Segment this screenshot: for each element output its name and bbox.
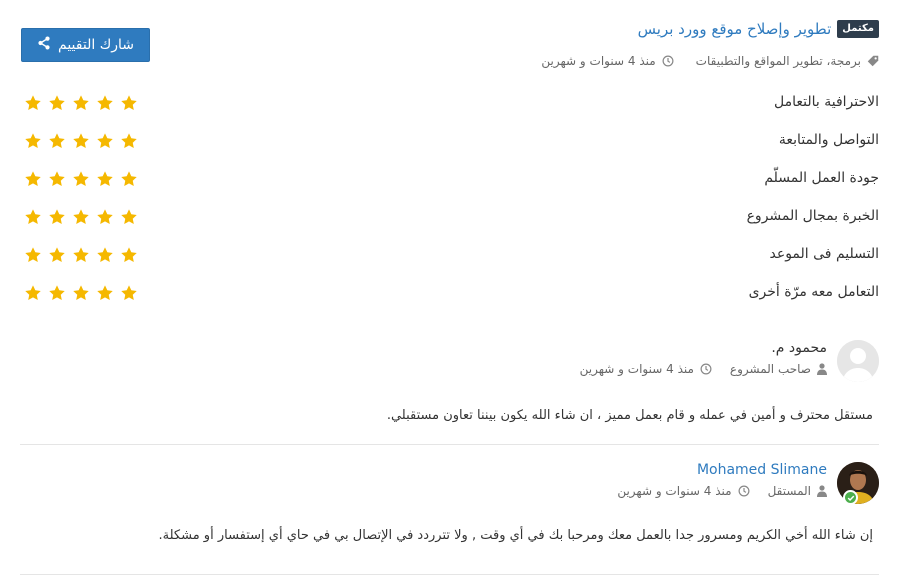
rating-row: التسليم فى الموعد xyxy=(20,242,879,280)
star-rating xyxy=(24,132,138,150)
rating-label: التسليم فى الموعد xyxy=(769,246,880,262)
star-icon xyxy=(120,170,138,188)
review-time: منذ 4 سنوات و شهرين xyxy=(579,362,694,376)
star-icon xyxy=(48,170,66,188)
reviewer-name: محمود م. xyxy=(771,340,827,356)
tag-icon xyxy=(867,55,879,67)
project-time: منذ 4 سنوات و شهرين xyxy=(541,54,656,68)
star-icon xyxy=(24,170,42,188)
star-rating xyxy=(24,170,138,188)
project-title-link[interactable]: تطوير وإصلاح موقع وورد بريس xyxy=(638,20,832,38)
user-icon xyxy=(817,485,827,497)
title-row: مكتمل تطوير وإصلاح موقع وورد بريس xyxy=(638,20,879,38)
star-icon xyxy=(120,284,138,302)
star-icon xyxy=(120,246,138,264)
star-icon xyxy=(24,284,42,302)
rating-label: الخبرة بمجال المشروع xyxy=(746,208,879,224)
star-icon xyxy=(48,94,66,112)
star-icon xyxy=(24,94,42,112)
reviewer-meta: صاحب المشروع منذ 4 سنوات و شهرين xyxy=(580,362,827,376)
rating-row: التواصل والمتابعة xyxy=(20,128,879,166)
rating-row: التعامل معه مرّة أخرى xyxy=(20,280,879,318)
share-icon xyxy=(37,36,51,54)
user-icon xyxy=(817,363,827,375)
star-icon xyxy=(24,208,42,226)
verified-icon xyxy=(843,490,858,505)
rating-row: جودة العمل المسلّم xyxy=(20,166,879,204)
project-header: مكتمل تطوير وإصلاح موقع وورد بريس برمجة،… xyxy=(20,20,879,76)
star-icon xyxy=(24,132,42,150)
clock-icon xyxy=(738,485,750,497)
share-review-button[interactable]: شارك التقييم xyxy=(21,28,150,62)
star-icon xyxy=(48,208,66,226)
star-icon xyxy=(96,246,114,264)
star-icon xyxy=(72,208,90,226)
star-icon xyxy=(96,94,114,112)
rating-label: الاحترافية بالتعامل xyxy=(773,94,879,110)
star-icon xyxy=(72,132,90,150)
star-icon xyxy=(120,208,138,226)
reviewer-meta: المستقل منذ 4 سنوات و شهرين xyxy=(617,484,827,498)
ratings-list: الاحترافية بالتعامل التواصل والمتابعة جودة… xyxy=(20,90,879,318)
review-text: إن شاء الله أخي الكريم ومسرور جدا بالعمل… xyxy=(158,528,873,543)
review-item: محمود م. صاحب المشروع منذ 4 سنوات و شهري… xyxy=(20,338,879,445)
review-page: مكتمل تطوير وإصلاح موقع وورد بريس برمجة،… xyxy=(0,0,899,575)
rating-row: الخبرة بمجال المشروع xyxy=(20,204,879,242)
star-icon xyxy=(120,94,138,112)
star-icon xyxy=(24,246,42,264)
review-item: Mohamed Slimane المستقل منذ 4 سنوات و شه… xyxy=(20,460,879,575)
star-rating xyxy=(24,208,138,226)
star-rating xyxy=(24,246,138,264)
rating-label: التواصل والمتابعة xyxy=(778,132,879,148)
star-icon xyxy=(48,132,66,150)
clock-icon xyxy=(700,363,712,375)
reviewer-role: صاحب المشروع xyxy=(729,362,811,376)
star-icon xyxy=(72,170,90,188)
star-icon xyxy=(72,284,90,302)
reviewer-role: المستقل xyxy=(767,484,811,498)
star-icon xyxy=(48,284,66,302)
rating-label: التعامل معه مرّة أخرى xyxy=(748,284,879,300)
star-icon xyxy=(72,246,90,264)
star-icon xyxy=(96,284,114,302)
reviewer-name-link[interactable]: Mohamed Slimane xyxy=(697,462,827,478)
default-avatar-icon xyxy=(837,340,879,382)
star-icon xyxy=(48,246,66,264)
avatar[interactable] xyxy=(837,340,879,382)
share-button-label: شارك التقييم xyxy=(58,37,134,53)
project-categories: برمجة، تطوير المواقع والتطبيقات xyxy=(695,54,861,68)
review-text: مستقل محترف و أمين في عمله و قام بعمل مم… xyxy=(386,408,873,423)
status-badge: مكتمل xyxy=(837,20,879,38)
project-meta: برمجة، تطوير المواقع والتطبيقات منذ 4 سن… xyxy=(541,54,879,68)
star-icon xyxy=(96,132,114,150)
rating-row: الاحترافية بالتعامل xyxy=(20,90,879,128)
clock-icon xyxy=(662,55,674,67)
star-icon xyxy=(96,208,114,226)
star-icon xyxy=(96,170,114,188)
rating-label: جودة العمل المسلّم xyxy=(764,170,879,186)
review-time: منذ 4 سنوات و شهرين xyxy=(617,484,732,498)
star-icon xyxy=(120,132,138,150)
star-icon xyxy=(72,94,90,112)
star-rating xyxy=(24,94,138,112)
star-rating xyxy=(24,284,138,302)
